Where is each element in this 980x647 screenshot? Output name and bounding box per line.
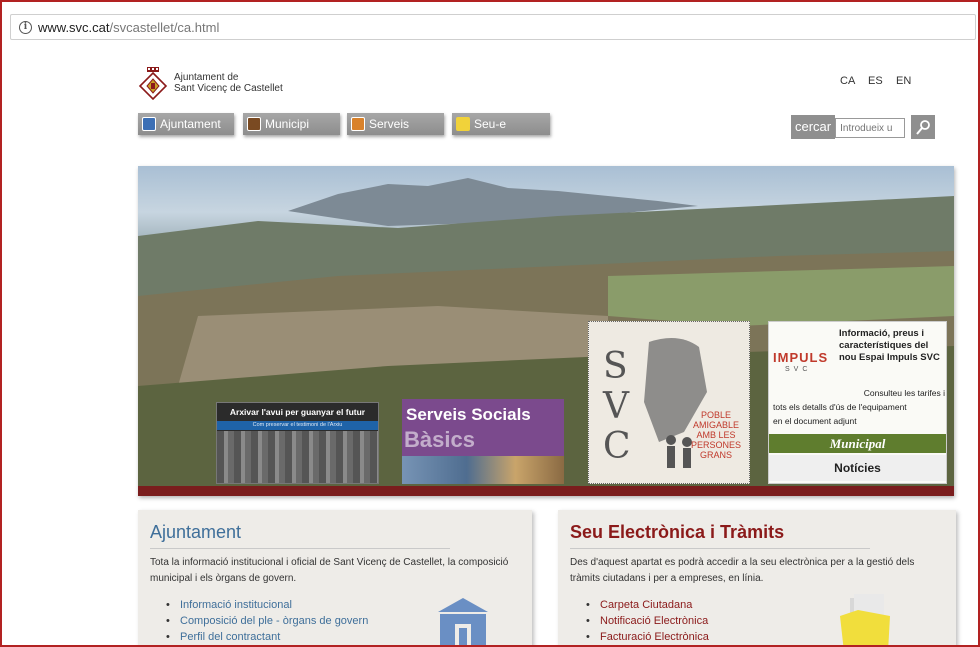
url-host: www.svc.cat	[38, 19, 110, 35]
impuls-description: Consulteu les tarifes i tots els detalls…	[773, 388, 945, 426]
svg-text:S: S	[603, 346, 628, 387]
ajuntament-panel-text: Tota la informació institucional i ofici…	[150, 557, 509, 584]
link-notificacio-electronica[interactable]: Notificació Electrònica	[586, 613, 956, 629]
card1-strip: Com preservar el testimoni de l'Arxiu	[217, 421, 378, 430]
coat-of-arms-icon	[138, 67, 168, 100]
folder-icon	[456, 117, 470, 131]
impuls-title: Informació, preus i característiques del…	[839, 328, 940, 363]
nav-item-ajuntament[interactable]: Ajuntament	[138, 113, 234, 135]
town-hall-icon	[438, 598, 488, 645]
impuls-info-card[interactable]: IMPULS SVC Informació, preus i caracterí…	[768, 321, 947, 484]
impuls-logo-sub: SVC	[785, 366, 812, 373]
nav-item-municipi[interactable]: Municipi	[243, 113, 340, 135]
nav-label: Municipi	[265, 117, 310, 131]
family-photo	[402, 456, 564, 484]
search-icon	[916, 120, 931, 135]
link-carpeta-ciutadana[interactable]: Carpeta Ciutadana	[586, 597, 956, 613]
folder-icon	[840, 594, 890, 645]
address-bar[interactable]: i www.svc.cat/svcastellet/ca.html	[10, 14, 976, 40]
nav-label: Seu-e	[474, 117, 507, 131]
logo-line1: Ajuntament de	[174, 72, 239, 83]
services-icon	[351, 117, 365, 131]
seu-electronica-panel: Seu Electrònica i Tràmits Des d'aquest a…	[558, 510, 956, 645]
town-hall-icon	[142, 117, 156, 131]
divider	[570, 548, 870, 549]
card1-title: Arxivar l'avui per guanyar el futur	[229, 407, 366, 417]
search-label: cercar	[791, 115, 836, 139]
archive-promo-card[interactable]: Arxivar l'avui per guanyar el futur Com …	[216, 402, 379, 484]
search-button[interactable]	[911, 115, 936, 139]
nav-label: Serveis	[369, 117, 410, 131]
hero-bottom-band	[138, 486, 954, 496]
info-icon[interactable]: i	[19, 20, 32, 34]
divider	[150, 548, 450, 549]
archive-photo	[217, 431, 378, 483]
building-icon	[247, 117, 261, 131]
age-friendly-card[interactable]: S V C POBLE AMIGABLE AMB LES PERSONES GR…	[588, 321, 750, 484]
nav-label: Ajuntament	[160, 117, 221, 131]
search-box: cercar	[791, 115, 936, 139]
link-facturacio-electronica[interactable]: Facturació Electrònica	[586, 629, 956, 645]
card2-title: Serveis Socials	[406, 405, 531, 424]
age-friendly-text: POBLE AMIGABLE AMB LES PERSONES GRANS	[690, 410, 741, 460]
site-logo[interactable]: Ajuntament de Sant Vicenç de Castellet	[138, 66, 283, 100]
svg-text:V: V	[602, 386, 630, 427]
url-path: /svcastellet/ca.html	[109, 19, 220, 35]
search-input[interactable]	[835, 118, 906, 138]
municipal-banner[interactable]: Municipal	[769, 434, 946, 453]
hero-banner: Arxivar l'avui per guanyar el futur Com …	[138, 166, 954, 496]
nav-item-seu-e[interactable]: Seu-e	[452, 113, 550, 135]
social-services-card[interactable]: Serveis Socials Bàsics	[402, 399, 564, 484]
logo-line2: Sant Vicenç de Castellet	[174, 83, 283, 94]
lang-ca[interactable]: CA	[840, 75, 855, 87]
seu-panel-title[interactable]: Seu Electrònica i Tràmits	[570, 522, 956, 543]
seu-panel-text: Des d'aquest apartat es podrà accedir a …	[570, 557, 915, 584]
news-link[interactable]: Notícies	[769, 455, 946, 481]
impuls-logo: IMPULS	[773, 350, 829, 365]
ajuntament-panel: Ajuntament Tota la informació institucio…	[138, 510, 532, 645]
card2-subtitle: Bàsics	[404, 427, 475, 452]
lang-es[interactable]: ES	[868, 75, 883, 87]
browser-window: i www.svc.cat/svcastellet/ca.html Ajunta…	[0, 0, 980, 647]
ajuntament-panel-title[interactable]: Ajuntament	[150, 522, 532, 543]
lang-en[interactable]: EN	[896, 75, 911, 87]
svg-text:C: C	[603, 426, 631, 467]
nav-item-serveis[interactable]: Serveis	[347, 113, 444, 135]
